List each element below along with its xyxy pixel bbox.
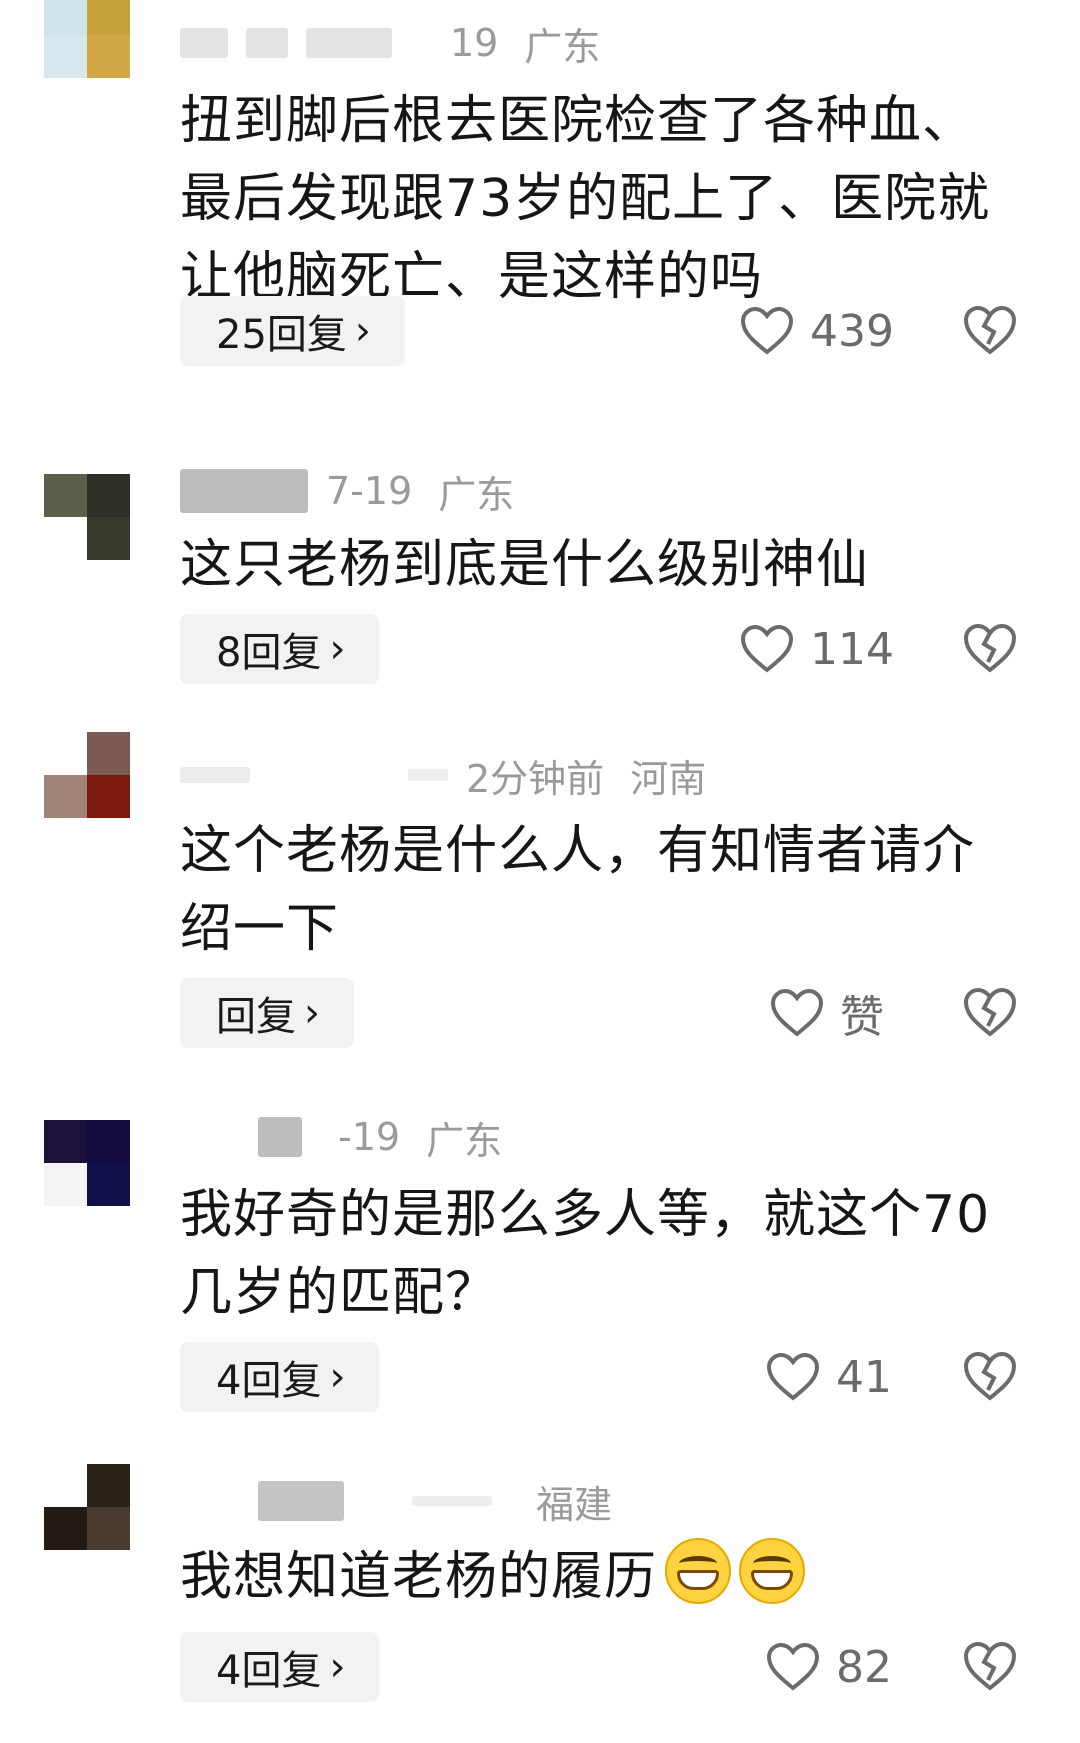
like-count: 82 [836,1641,892,1693]
username-redacted[interactable] [246,28,288,58]
username-redacted[interactable] [258,1117,302,1157]
username-redacted[interactable] [258,1481,344,1521]
like-count: 114 [810,623,894,675]
like-count: 41 [836,1351,892,1403]
avatar[interactable] [44,1464,130,1550]
username-redacted[interactable] [180,469,308,513]
reply-button[interactable]: 25回复 › [180,296,405,366]
chevron-right-icon: › [304,990,320,1036]
comment-location: 河南 [630,756,707,801]
heart-outline-icon [770,988,824,1037]
avatar[interactable] [44,732,130,818]
reply-button[interactable]: 4回复 › [180,1342,380,1412]
comment-text-content: 我想知道老杨的履历 [180,1547,658,1607]
like-button[interactable]: 赞 [770,978,884,1048]
heart-outline-icon [766,1642,820,1691]
broken-heart-icon[interactable] [962,1638,1018,1694]
reply-button[interactable]: 回复 › [180,978,354,1048]
grinning-face-emoji [665,1538,732,1604]
chevron-right-icon: › [354,308,371,354]
avatar[interactable] [44,1120,130,1206]
chevron-right-icon: › [329,1354,346,1400]
broken-heart-icon[interactable] [962,1348,1018,1404]
like-button[interactable]: 41 [766,1342,892,1412]
reply-button[interactable]: 4回复 › [180,1632,380,1702]
username-redacted[interactable] [180,28,228,58]
comment-meta: 福建 [180,1476,613,1527]
username-redacted[interactable] [412,1496,492,1506]
comment-meta: 19 广东 [180,18,601,69]
comment-meta: 7-19 广东 [180,466,515,517]
comment-meta: -19 广东 [180,1112,503,1163]
grinning-face-emoji [739,1538,806,1604]
comment-location: 广东 [524,24,601,69]
reply-label: 8回复 [216,630,322,676]
heart-outline-icon [740,306,794,355]
comment-text: 我好奇的是那么多人等，就这个70几岁的匹配？ [180,1185,991,1323]
broken-heart-icon[interactable] [962,620,1018,676]
reply-label: 25回复 [216,312,347,358]
chevron-right-icon: › [329,626,346,672]
comment-time: 7-19 [326,469,413,513]
reply-label: 回复 [216,994,296,1040]
comment-time: -19 [338,1115,401,1159]
like-count: 439 [810,305,894,357]
reply-button[interactable]: 8回复 › [180,614,380,684]
avatar[interactable] [44,0,130,78]
comment-time: 2分钟前 [466,756,605,801]
username-redacted[interactable] [180,767,250,783]
username-redacted[interactable] [408,769,448,781]
comment-location: 广东 [438,472,515,517]
heart-outline-icon [740,624,794,673]
broken-heart-icon[interactable] [962,984,1018,1040]
comment-text: 扭到脚后根去医院检查了各种血、最后发现跟73岁的配上了、医院就让他脑死亡、是这样… [180,91,991,307]
comment-text: 这只老杨到底是什么级别神仙 [180,535,870,595]
reply-label: 4回复 [216,1648,322,1694]
like-button[interactable]: 439 [740,296,894,366]
avatar[interactable] [44,474,130,560]
broken-heart-icon[interactable] [962,302,1018,358]
like-count: 赞 [840,992,884,1043]
username-redacted[interactable] [306,28,392,58]
comment-meta: 2分钟前 河南 [180,750,707,801]
comment-text: 我想知道老杨的履历 [180,1538,1020,1616]
like-button[interactable]: 114 [740,614,894,684]
heart-outline-icon [766,1352,820,1401]
like-button[interactable]: 82 [766,1632,892,1702]
comment-time: 19 [450,21,499,65]
chevron-right-icon: › [329,1644,346,1690]
comment-location: 广东 [426,1118,503,1163]
comment-text: 这个老杨是什么人，有知情者请介绍一下 [180,821,976,959]
reply-label: 4回复 [216,1358,322,1404]
comment-location: 福建 [536,1482,613,1527]
